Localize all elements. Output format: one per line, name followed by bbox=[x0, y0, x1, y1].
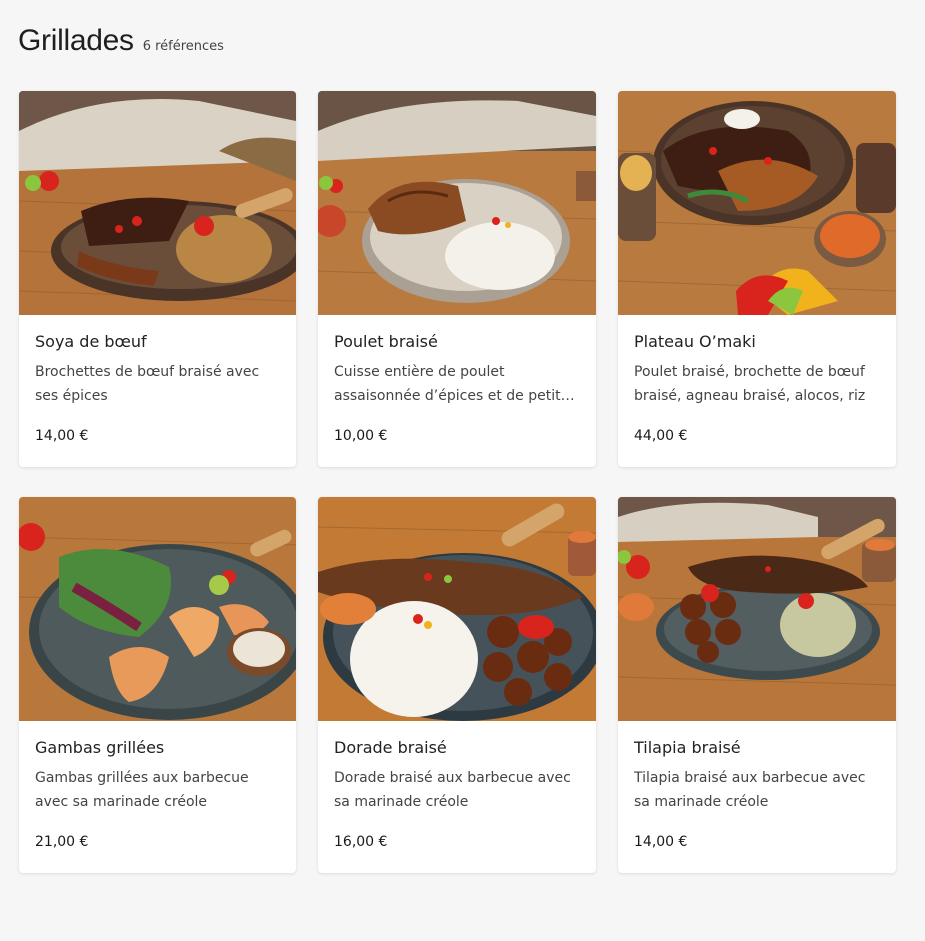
page-title: Grillades bbox=[18, 24, 134, 57]
product-price: 14,00 € bbox=[35, 428, 89, 444]
product-price: 10,00 € bbox=[334, 428, 388, 444]
product-description: Dorade braisé aux barbecue avec sa marin… bbox=[334, 770, 571, 810]
product-price: 14,00 € bbox=[634, 834, 688, 850]
product-name: Plateau O’maki bbox=[634, 332, 756, 351]
product-price: 16,00 € bbox=[334, 834, 388, 850]
product-name: Tilapia braisé bbox=[634, 738, 741, 757]
beef-skewers-plate-image bbox=[19, 91, 296, 315]
product-card[interactable]: Tilapia braisé Tilapia braisé aux barbec… bbox=[618, 497, 896, 873]
mixed-grill-platter-image bbox=[618, 91, 896, 315]
product-card[interactable]: Poulet braisé Cuisse entière de poulet a… bbox=[318, 91, 596, 467]
product-description: Poulet braisé, brochette de bœuf braisé,… bbox=[634, 364, 866, 404]
product-card[interactable]: Soya de bœuf Brochettes de bœuf braisé a… bbox=[19, 91, 296, 467]
product-name: Gambas grillées bbox=[35, 738, 165, 757]
product-price: 44,00 € bbox=[634, 428, 688, 444]
grilled-prawns-plate-image bbox=[19, 497, 296, 721]
product-card[interactable]: Gambas grillées Gambas grillées aux barb… bbox=[19, 497, 296, 873]
product-name: Dorade braisé bbox=[334, 738, 447, 757]
product-grid: Soya de bœuf Brochettes de bœuf braisé a… bbox=[19, 91, 896, 873]
grilled-chicken-plate-image bbox=[318, 91, 596, 315]
product-count: 6 références bbox=[142, 39, 224, 54]
product-description: Tilapia braisé aux barbecue avec sa mari… bbox=[634, 770, 866, 810]
product-name: Soya de bœuf bbox=[35, 332, 147, 351]
grilled-sea-bream-plate-image bbox=[318, 497, 596, 721]
grilled-tilapia-plate-image bbox=[618, 497, 896, 721]
product-name: Poulet braisé bbox=[334, 332, 438, 351]
product-description: Gambas grillées aux barbecue avec sa mar… bbox=[35, 770, 249, 810]
product-card[interactable]: Dorade braisé Dorade braisé aux barbecue… bbox=[318, 497, 596, 873]
product-description: Cuisse entière de poulet assaisonnée d’é… bbox=[334, 364, 568, 404]
product-card[interactable]: Plateau O’maki Poulet braisé, brochette … bbox=[618, 91, 896, 467]
page-header: Grillades 6 références bbox=[18, 24, 224, 58]
product-description: Brochettes de bœuf braisé avec ses épice… bbox=[35, 364, 260, 404]
product-price: 21,00 € bbox=[35, 834, 89, 850]
